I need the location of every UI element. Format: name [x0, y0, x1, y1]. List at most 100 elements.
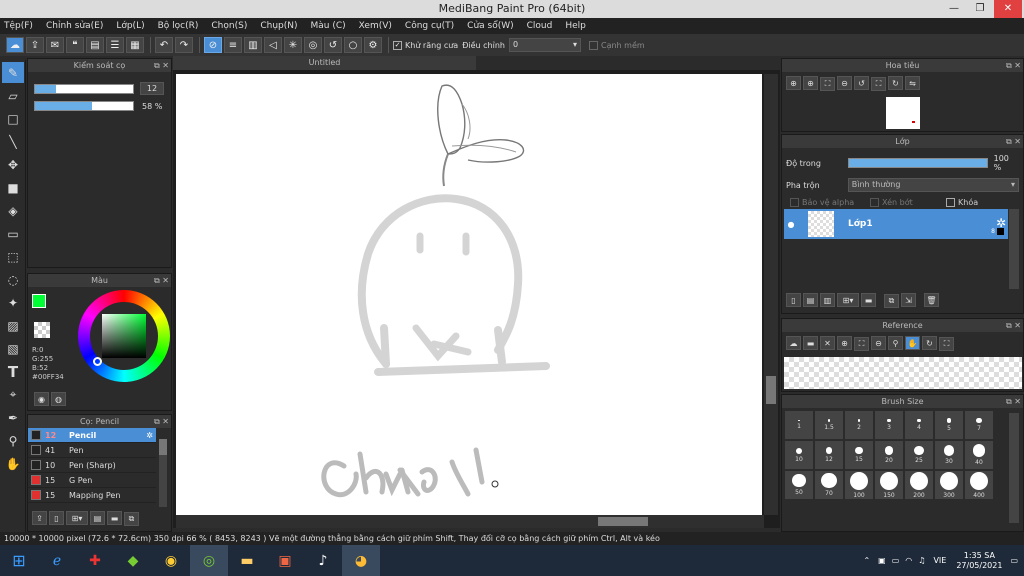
magic-wand-tool-icon[interactable]: ✦ — [2, 292, 24, 313]
new-layer-8bit-icon[interactable]: ▤ — [803, 293, 818, 307]
palette-add-icon[interactable]: ◍ — [51, 392, 66, 406]
zoom-in-icon[interactable]: ⊕ — [803, 76, 818, 90]
adjust-select[interactable]: 0 ▾ — [508, 38, 581, 52]
cross-snap-icon[interactable]: ▥ — [244, 37, 262, 53]
folder-icon[interactable]: ▬ — [107, 511, 122, 525]
zoom-in-icon[interactable]: ⊕ — [837, 336, 852, 350]
dot-tool-icon[interactable]: □ — [2, 108, 24, 129]
bluestacks-icon[interactable]: ◆ — [114, 545, 152, 576]
minimize-button[interactable]: — — [940, 0, 968, 18]
scroll-thumb[interactable] — [598, 517, 648, 526]
hue-wheel[interactable] — [78, 290, 170, 382]
speech-icon[interactable]: ❝ — [66, 37, 84, 53]
fit-icon[interactable]: ⛶ — [820, 76, 835, 91]
brush-size-cell[interactable]: 40 — [965, 441, 993, 469]
fit-window-icon[interactable]: ⛶ — [871, 76, 886, 91]
zoom-out-icon[interactable]: ⊖ — [837, 76, 852, 90]
layer-scrollbar[interactable] — [1009, 209, 1019, 289]
panel-close-icon[interactable]: ⧉ ✕ — [1006, 319, 1021, 332]
panel-close-icon[interactable]: ⧉ ✕ — [154, 415, 169, 428]
brush-menu-icon[interactable]: ⊞▾ — [66, 511, 88, 525]
rotate-left-icon[interactable]: ↺ — [854, 76, 869, 90]
curve-snap-icon[interactable]: ↺ — [324, 37, 342, 53]
menu-edit[interactable]: Chỉnh sửa(E) — [46, 21, 103, 31]
brush-size-cell[interactable]: 12 — [815, 441, 843, 469]
eyedropper-tool-icon[interactable]: ⚲ — [2, 430, 24, 451]
battery-icon[interactable]: ▭ — [892, 556, 900, 565]
brush-size-cell[interactable]: 200 — [905, 471, 933, 499]
select-pen-tool-icon[interactable]: ▨ — [2, 315, 24, 336]
brush-size-cell[interactable]: 70 — [815, 471, 843, 499]
fill-rect-tool-icon[interactable]: ■ — [2, 177, 24, 198]
page-icon[interactable]: ▤ — [86, 37, 104, 53]
brush-size-cell[interactable]: 15 — [845, 441, 873, 469]
close-icon[interactable]: ✕ — [820, 336, 835, 350]
eraser-tool-icon[interactable]: ▱ — [2, 85, 24, 106]
lock-checkbox[interactable]: Khóa — [946, 198, 978, 207]
chrome-icon[interactable]: ◉ — [152, 545, 190, 576]
line-tool-icon[interactable]: ╲ — [2, 131, 24, 152]
powerpoint-icon[interactable]: ▣ — [266, 545, 304, 576]
hand-icon[interactable]: ✋ — [905, 336, 920, 350]
primary-color-swatch[interactable] — [32, 294, 46, 308]
internet-explorer-icon[interactable]: ℯ — [38, 545, 76, 576]
folder-icon[interactable]: ▬ — [861, 293, 876, 307]
hand-tool-icon[interactable]: ✋ — [2, 453, 24, 474]
panel-close-icon[interactable]: ⧉ ✕ — [1006, 135, 1021, 148]
brush-item-pen-sharp[interactable]: 10 Pen (Sharp) — [28, 458, 156, 473]
document-tab[interactable]: Untitled — [173, 56, 476, 70]
open-folder-icon[interactable]: ▬ — [803, 336, 818, 350]
brush-size-cell[interactable]: 1 — [785, 411, 813, 439]
gradient-tool-icon[interactable]: ▭ — [2, 223, 24, 244]
reference-view[interactable] — [784, 357, 1022, 389]
select-tool-icon[interactable]: ⬚ — [2, 246, 24, 267]
cloud-icon[interactable]: ☁ — [6, 37, 24, 53]
canvas-horizontal-scrollbar[interactable] — [176, 515, 764, 528]
zoom-in-icon[interactable]: ⊕ — [786, 76, 801, 90]
add-brush-icon[interactable]: ⇪ — [32, 511, 47, 525]
layer-menu-icon[interactable]: ⊞▾ — [837, 293, 859, 307]
pen-tool-icon[interactable]: ✒ — [2, 407, 24, 428]
saturation-square[interactable] — [102, 314, 146, 358]
panel-close-icon[interactable]: ⧉ ✕ — [1006, 395, 1021, 408]
language-indicator[interactable]: VIE — [933, 556, 946, 565]
palette-icon[interactable]: ◉ — [34, 392, 49, 406]
duplicate-icon[interactable]: ⧉ — [884, 293, 899, 308]
new-brush-icon[interactable]: ▯ — [49, 511, 64, 525]
menu-snap[interactable]: Chụp(N) — [260, 21, 297, 31]
duplicate-icon[interactable]: ⧉ — [124, 511, 139, 526]
gear-icon[interactable]: ✲ — [996, 216, 1006, 230]
notification-icon[interactable]: ▭ — [1010, 556, 1018, 565]
menu-layer[interactable]: Lớp(L) — [116, 21, 144, 31]
transparent-swatch[interactable] — [34, 322, 50, 338]
brush-size-cell[interactable]: 50 — [785, 471, 813, 499]
menu-view[interactable]: Xem(V) — [359, 21, 392, 31]
parallel-snap-icon[interactable]: ≡ — [224, 37, 242, 53]
hue-marker[interactable] — [93, 357, 102, 366]
size-value[interactable]: 12 — [140, 82, 164, 95]
brush-item-g-pen[interactable]: 15 G Pen — [28, 473, 156, 488]
brush-size-scrollbar[interactable] — [1009, 413, 1019, 523]
redo-icon[interactable]: ↷ — [175, 37, 193, 53]
volume-icon[interactable]: ♫ — [918, 556, 925, 565]
menu-window[interactable]: Cửa sổ(W) — [467, 21, 513, 31]
navigator-preview[interactable] — [886, 97, 920, 129]
page-list-icon[interactable]: ☰ — [106, 37, 124, 53]
brush-size-cell[interactable]: 30 — [935, 441, 963, 469]
merge-icon[interactable]: ⇲ — [901, 293, 916, 307]
new-layer-1bit-icon[interactable]: ▥ — [820, 293, 835, 307]
brush-item-pencil[interactable]: 12 Pencil ✲ — [28, 428, 156, 443]
medibang-icon[interactable]: ◕ — [342, 545, 380, 576]
menu-help[interactable]: Help — [565, 21, 586, 31]
menu-filter[interactable]: Bộ lọc(R) — [158, 21, 199, 31]
share-icon[interactable]: ⇪ — [26, 37, 44, 53]
menu-file[interactable]: Tệp(F) — [4, 21, 33, 31]
move-tool-icon[interactable]: ✥ — [2, 154, 24, 175]
text-tool-icon[interactable]: T — [2, 361, 24, 382]
scroll-thumb[interactable] — [766, 376, 776, 404]
brush-size-cell[interactable]: 5 — [935, 411, 963, 439]
bucket-tool-icon[interactable]: ◈ — [2, 200, 24, 221]
radial-snap-icon[interactable]: ✳ — [284, 37, 302, 53]
opacity-slider[interactable] — [34, 101, 134, 111]
close-button[interactable]: ✕ — [994, 0, 1022, 18]
